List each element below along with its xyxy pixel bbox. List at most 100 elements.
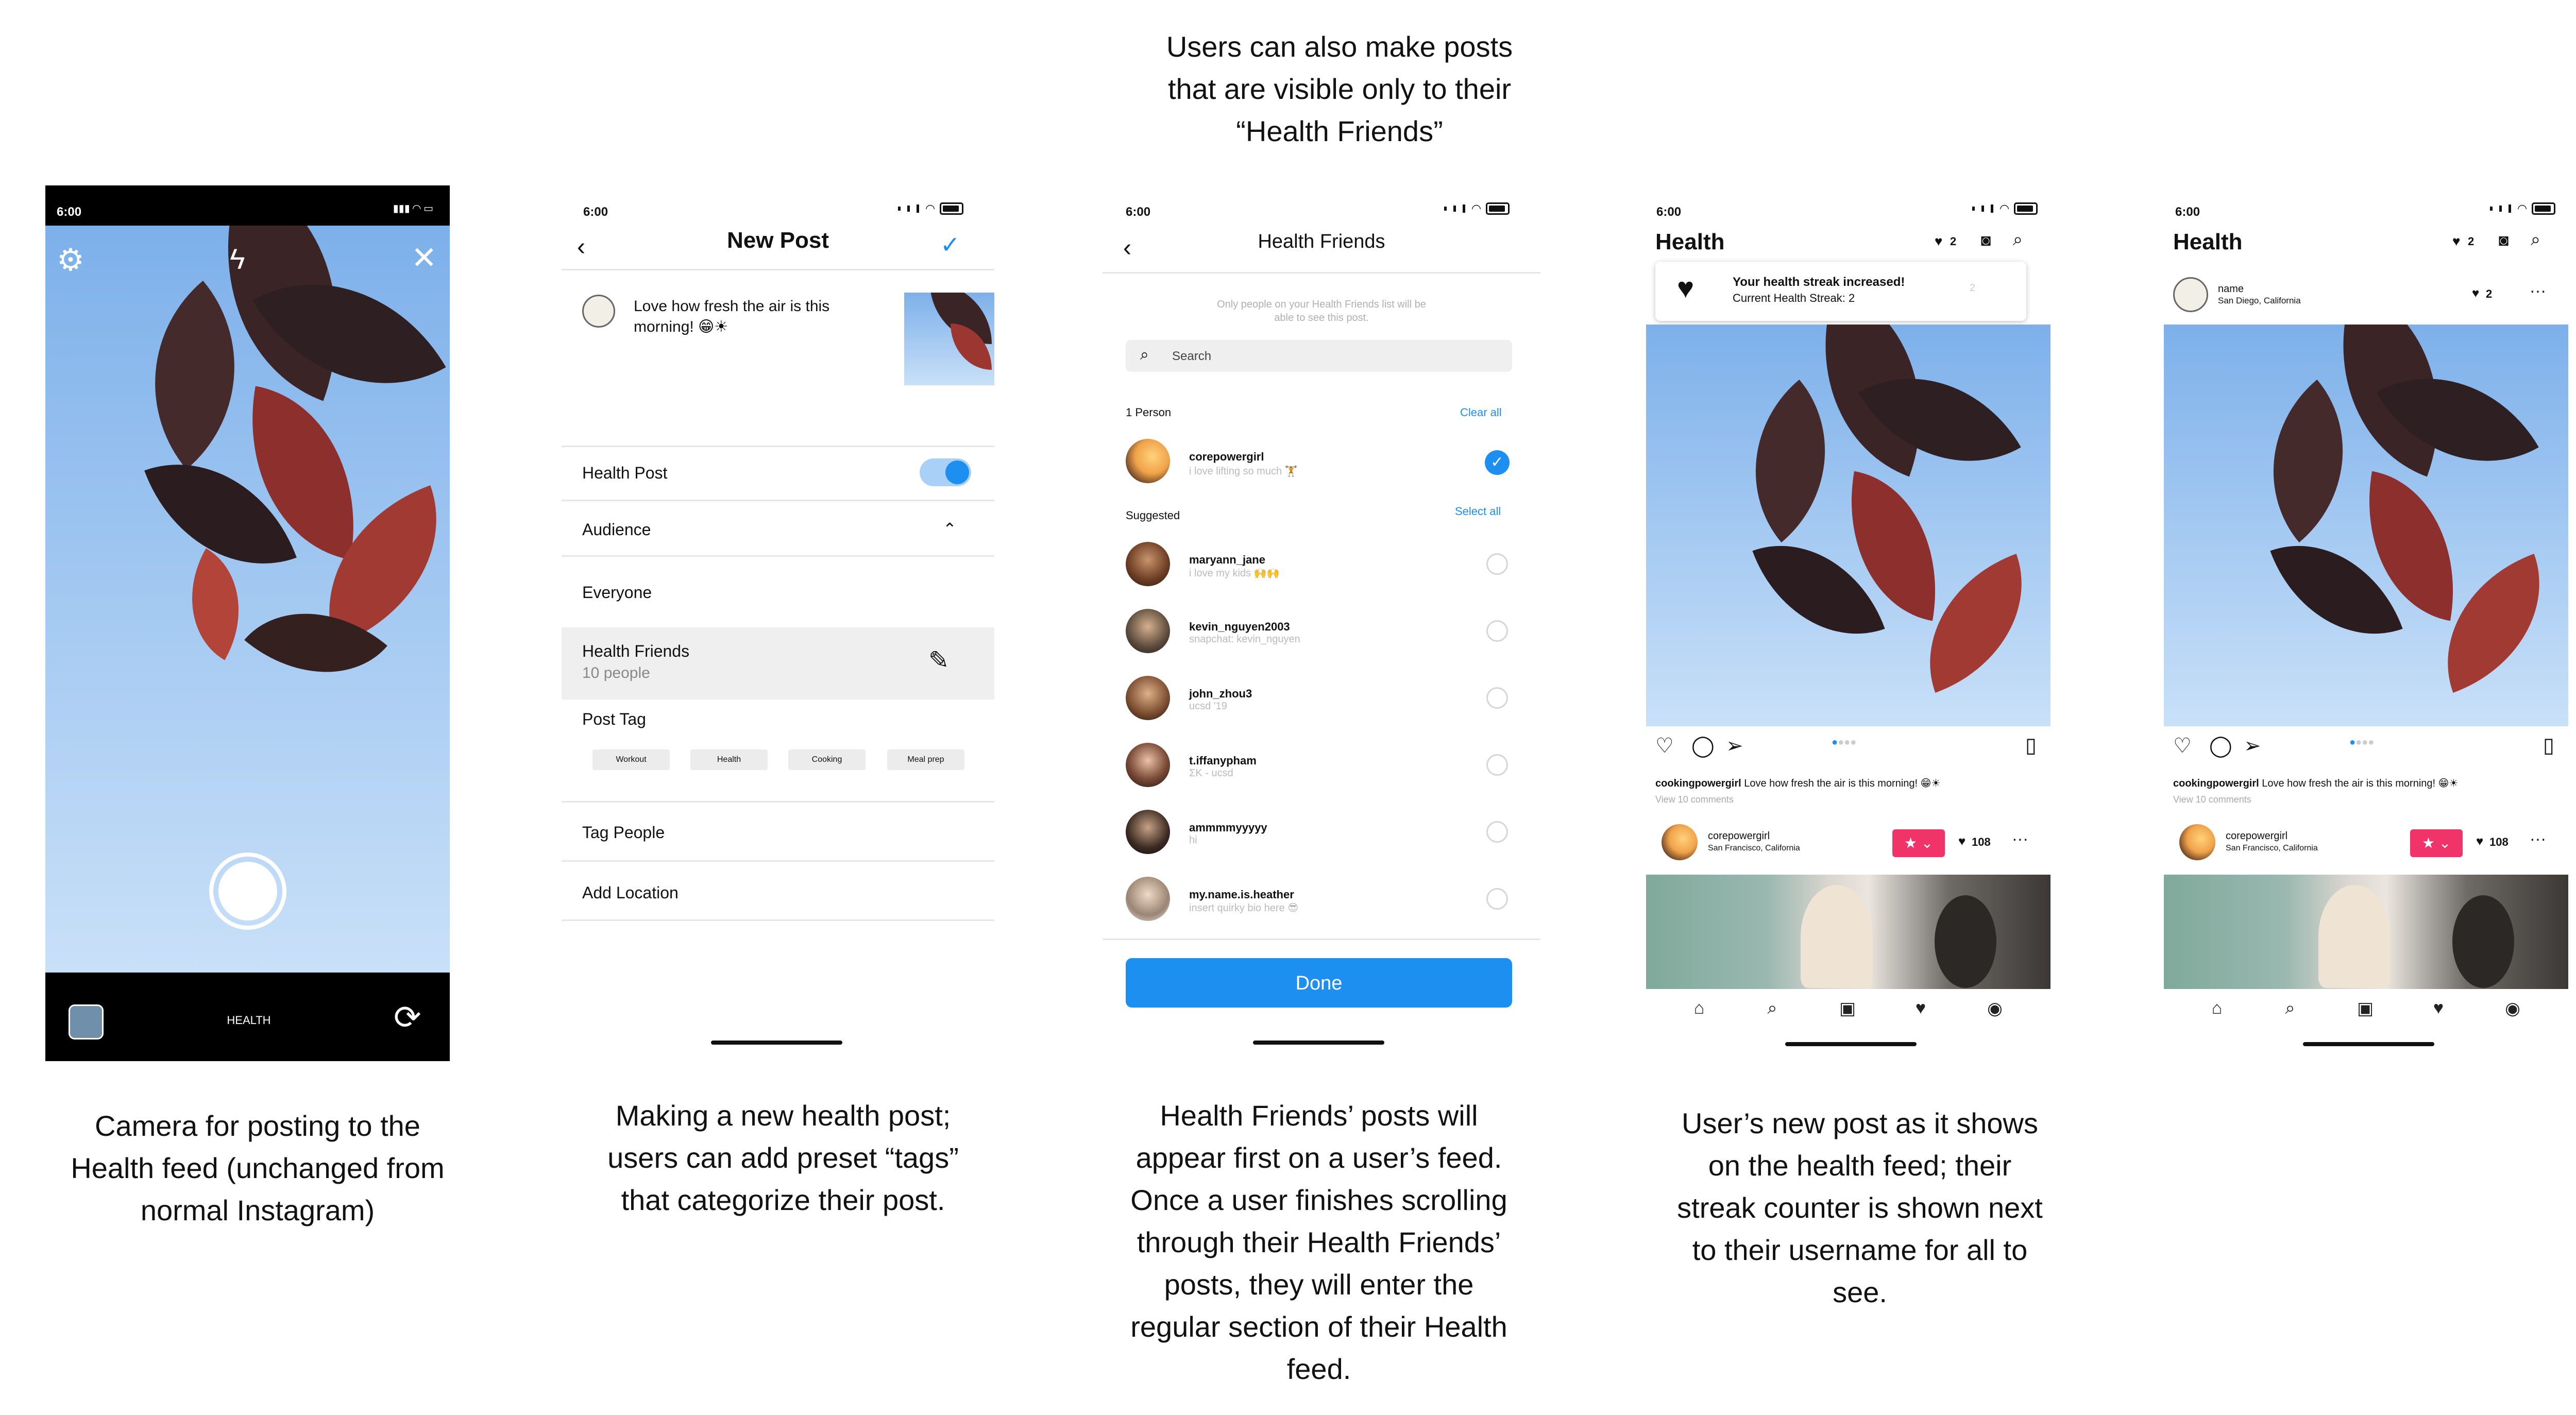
notification-title: Your health streak increased! xyxy=(1733,275,1905,289)
chevron-up-icon[interactable]: ⌃ xyxy=(943,519,957,539)
heart-check-icon: ♥ xyxy=(1677,271,1694,304)
home-icon[interactable]: ⌂ xyxy=(2204,998,2230,1018)
list-item[interactable]: maryann_jane i love my kids 🙌🙌 xyxy=(1103,536,1540,592)
next-post-username[interactable]: corepowergirl xyxy=(1708,830,1770,842)
search-icon[interactable]: ⌕ xyxy=(2531,230,2540,250)
camera-icon[interactable]: ◙ xyxy=(1981,231,1991,250)
camera-icon[interactable]: ◙ xyxy=(2499,231,2509,250)
checked-icon[interactable]: ✓ xyxy=(1485,450,1510,475)
next-post-location: San Francisco, California xyxy=(1708,844,1800,853)
camera-mode-label[interactable]: HEALTH xyxy=(221,1014,277,1027)
health-tab-icon[interactable]: ♥ xyxy=(2426,998,2451,1018)
list-item-sub: ucsd '19 xyxy=(1189,701,1227,712)
search-icon[interactable]: ⌕ xyxy=(2277,998,2303,1018)
shutter-button[interactable] xyxy=(209,853,286,930)
gear-icon[interactable]: ⚙ xyxy=(57,242,84,278)
audience-option-health-friends[interactable]: Health Friends 10 people ✎ xyxy=(562,627,994,700)
bookmark-icon[interactable]: ▯ xyxy=(2543,734,2554,757)
comment-icon[interactable]: ◯ xyxy=(1691,734,1715,758)
audience-label[interactable]: Audience xyxy=(582,520,651,539)
react-button[interactable]: ★ ⌄ xyxy=(2410,829,2463,857)
audience-option-everyone[interactable]: Everyone xyxy=(582,583,652,602)
list-item-name: corepowergirl xyxy=(1189,450,1264,463)
status-icons: ◠ xyxy=(1972,202,2038,215)
next-post-username[interactable]: corepowergirl xyxy=(2226,830,2287,842)
streak-heart-icon[interactable]: ♥ xyxy=(1935,233,1942,249)
list-item[interactable]: ammmmyyyyy hi xyxy=(1103,804,1540,860)
react-button[interactable]: ★ ⌄ xyxy=(1892,829,1945,857)
more-icon[interactable]: ··· xyxy=(2530,829,2546,848)
list-item[interactable]: t.iffanypham ΣK - ucsd xyxy=(1103,737,1540,793)
select-radio[interactable] xyxy=(1486,687,1508,709)
home-indicator xyxy=(711,1041,842,1045)
carousel-dots: ●●●● xyxy=(1832,737,1857,748)
comment-icon[interactable]: ◯ xyxy=(2209,734,2232,758)
avatar xyxy=(1126,877,1170,921)
post-caption-input[interactable]: Love how fresh the air is this morning! … xyxy=(634,296,876,337)
feed-title: Health xyxy=(2173,229,2243,254)
like-icon[interactable]: ♡ xyxy=(2173,734,2192,758)
status-time: 6:00 xyxy=(1656,205,1682,219)
add-location-button[interactable]: Add Location xyxy=(582,883,679,902)
view-comments-link[interactable]: View 10 comments xyxy=(1655,794,1734,805)
list-item-sub: insert quirky bio here 😎 xyxy=(1189,902,1299,914)
done-button-label: Done xyxy=(1295,973,1343,994)
profile-icon[interactable]: ◉ xyxy=(1982,998,2008,1019)
avatar xyxy=(1126,810,1170,854)
pencil-icon[interactable]: ✎ xyxy=(928,646,949,675)
flip-camera-icon[interactable]: ⟳ xyxy=(394,998,421,1037)
list-item-name: my.name.is.heather xyxy=(1189,888,1294,901)
search-input[interactable]: ⌕ Search xyxy=(1126,340,1512,372)
streak-notification[interactable]: ♥ Your health streak increased! Current … xyxy=(1655,262,2026,321)
like-icon[interactable]: ♡ xyxy=(1655,734,1674,758)
done-button[interactable]: Done xyxy=(1126,958,1512,1008)
status-bar: 6:00 ▮▮▮ ◠ ▭ xyxy=(45,185,450,232)
clear-all-link[interactable]: Clear all xyxy=(1460,406,1502,419)
post-username[interactable]: cookingpowergirl xyxy=(2173,778,2259,789)
select-radio[interactable] xyxy=(1486,754,1508,776)
reels-icon[interactable]: ▣ xyxy=(1835,998,1860,1019)
flash-off-icon[interactable]: ϟ xyxy=(230,242,245,276)
select-radio[interactable] xyxy=(1486,821,1508,843)
select-all-link[interactable]: Select all xyxy=(1455,505,1501,518)
gallery-icon[interactable] xyxy=(69,1004,104,1039)
share-icon[interactable]: ➢ xyxy=(2244,734,2261,758)
streak-count: 2 xyxy=(2468,235,2475,248)
tag-workout[interactable]: Workout xyxy=(592,749,670,770)
list-item-sub: snapchat: kevin_nguyen xyxy=(1189,634,1300,645)
post-author-name[interactable]: name xyxy=(2218,283,2244,295)
view-comments-link[interactable]: View 10 comments xyxy=(2173,794,2251,805)
search-icon[interactable]: ⌕ xyxy=(2013,230,2023,250)
tag-cooking[interactable]: Cooking xyxy=(788,749,866,770)
health-post-toggle[interactable] xyxy=(920,458,971,486)
select-radio[interactable] xyxy=(1486,888,1508,910)
select-radio[interactable] xyxy=(1486,620,1508,642)
list-item[interactable]: john_zhou3 ucsd '19 xyxy=(1103,670,1540,726)
search-icon[interactable]: ⌕ xyxy=(1759,998,1785,1018)
top-caption: Users can also make posts that are visib… xyxy=(1166,30,1513,147)
tag-health[interactable]: Health xyxy=(690,749,768,770)
profile-icon[interactable]: ◉ xyxy=(2500,998,2526,1019)
status-bar: 6:00 ◠ xyxy=(2164,185,2576,232)
reels-icon[interactable]: ▣ xyxy=(2352,998,2378,1019)
post-username[interactable]: cookingpowergirl xyxy=(1655,778,1741,789)
health-tab-icon[interactable]: ♥ xyxy=(1908,998,1934,1018)
home-icon[interactable]: ⌂ xyxy=(1686,998,1712,1018)
bookmark-icon[interactable]: ▯ xyxy=(2025,734,2037,757)
streak-heart-icon[interactable]: ♥ xyxy=(2452,233,2460,249)
home-indicator xyxy=(1253,1041,1384,1045)
close-icon[interactable]: ✕ xyxy=(411,240,437,276)
share-icon[interactable]: ➢ xyxy=(1726,734,1743,758)
list-item[interactable]: kevin_nguyen2003 snapchat: kevin_nguyen xyxy=(1103,603,1540,659)
post-caption-text: Love how fresh the air is this morning! … xyxy=(1744,778,1941,789)
next-post-streak: 108 xyxy=(2489,836,2509,848)
more-icon[interactable]: ··· xyxy=(2012,829,2028,848)
list-item[interactable]: my.name.is.heather insert quirky bio her… xyxy=(1103,871,1540,927)
list-item[interactable]: corepowergirl i love lifting so much 🏋 ✓ xyxy=(1103,433,1540,489)
tag-people-button[interactable]: Tag People xyxy=(582,823,665,842)
select-radio[interactable] xyxy=(1486,553,1508,575)
more-icon[interactable]: ··· xyxy=(2530,281,2546,300)
list-item-sub: hi xyxy=(1189,834,1197,846)
tag-meal-prep[interactable]: Meal prep xyxy=(887,749,964,770)
confirm-icon[interactable]: ✓ xyxy=(940,231,960,259)
